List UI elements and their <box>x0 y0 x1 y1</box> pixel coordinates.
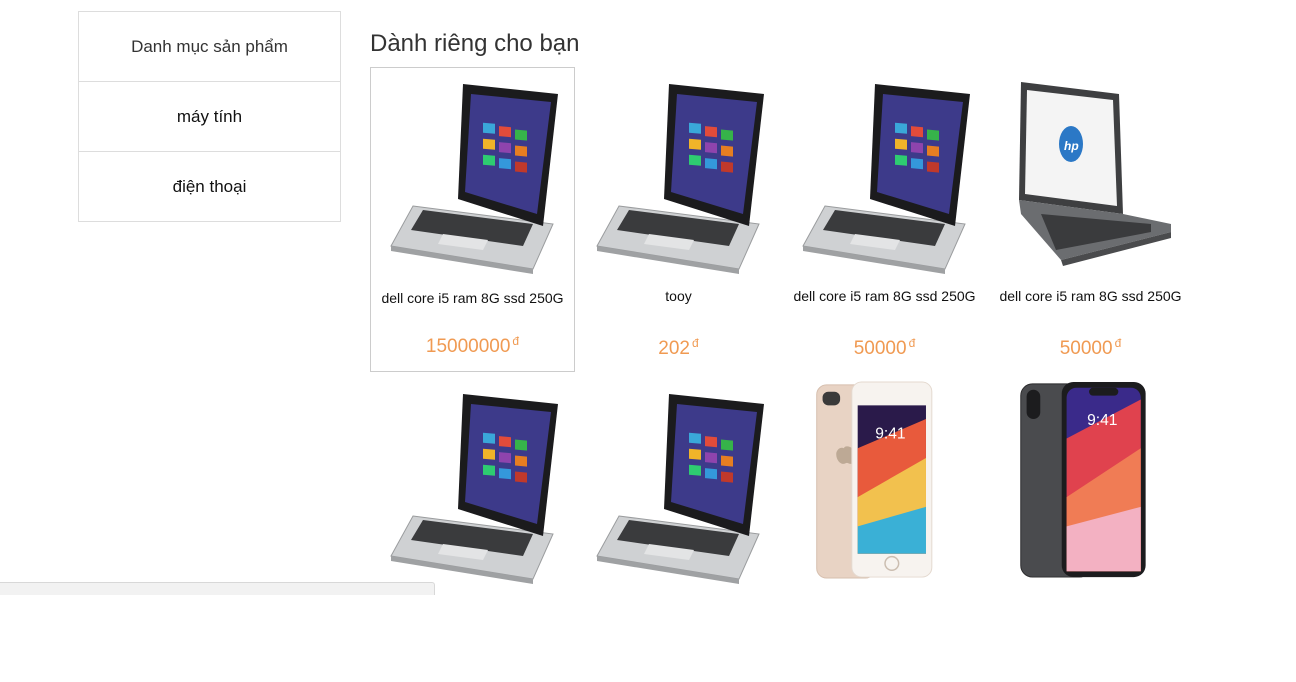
currency-symbol: đ <box>512 334 520 348</box>
product-name: tooy <box>665 288 692 304</box>
product-card[interactable] <box>576 377 781 682</box>
product-image-asus-laptop <box>596 83 765 274</box>
product-card[interactable]: tooy 202 đ <box>576 67 781 372</box>
product-price: 50000 đ <box>783 336 986 360</box>
currency-symbol: đ <box>692 336 699 350</box>
price-value: 50000 <box>1059 338 1113 359</box>
link-status-bar <box>0 582 435 595</box>
category-sidebar: Danh mục sản phẩm máy tính điện thoại <box>78 11 341 222</box>
category-item-computers[interactable]: máy tính <box>79 82 340 152</box>
price-value: 15000000 <box>425 336 511 357</box>
category-header[interactable]: Danh mục sản phẩm <box>79 12 340 82</box>
product-name: dell core i5 ram 8G ssd 250G <box>381 290 564 306</box>
product-image-asus-laptop <box>390 393 559 584</box>
product-price: 50000 đ <box>989 336 1192 360</box>
product-card[interactable]: dell core i5 ram 8G ssd 250G 15000000 đ <box>370 67 575 372</box>
product-image-iphone-x <box>1020 381 1147 578</box>
currency-symbol: đ <box>1114 336 1122 350</box>
section-title: Dành riêng cho bạn <box>370 30 580 57</box>
product-price: 202 đ <box>577 336 780 360</box>
price-value: 202 <box>658 338 690 359</box>
product-card[interactable]: dell core i5 ram 8G ssd 250G 50000 đ <box>782 67 987 372</box>
product-card[interactable] <box>988 377 1193 682</box>
product-name: dell core i5 ram 8G ssd 250G <box>999 288 1182 304</box>
product-image-asus-laptop <box>596 393 765 584</box>
currency-symbol: đ <box>908 336 916 350</box>
product-image-iphone-8-gold <box>815 381 933 579</box>
product-image-asus-laptop <box>390 83 559 274</box>
product-image-asus-laptop <box>802 83 971 274</box>
product-card[interactable]: dell core i5 ram 8G ssd 250G 50000 đ <box>988 67 1193 372</box>
product-name: dell core i5 ram 8G ssd 250G <box>793 288 976 304</box>
product-card[interactable] <box>782 377 987 682</box>
price-value: 50000 <box>853 338 907 359</box>
product-price: 15000000 đ <box>371 334 574 358</box>
category-item-phones[interactable]: điện thoại <box>79 152 340 221</box>
product-card[interactable] <box>370 377 575 682</box>
product-image-hp-laptop <box>1019 82 1171 266</box>
